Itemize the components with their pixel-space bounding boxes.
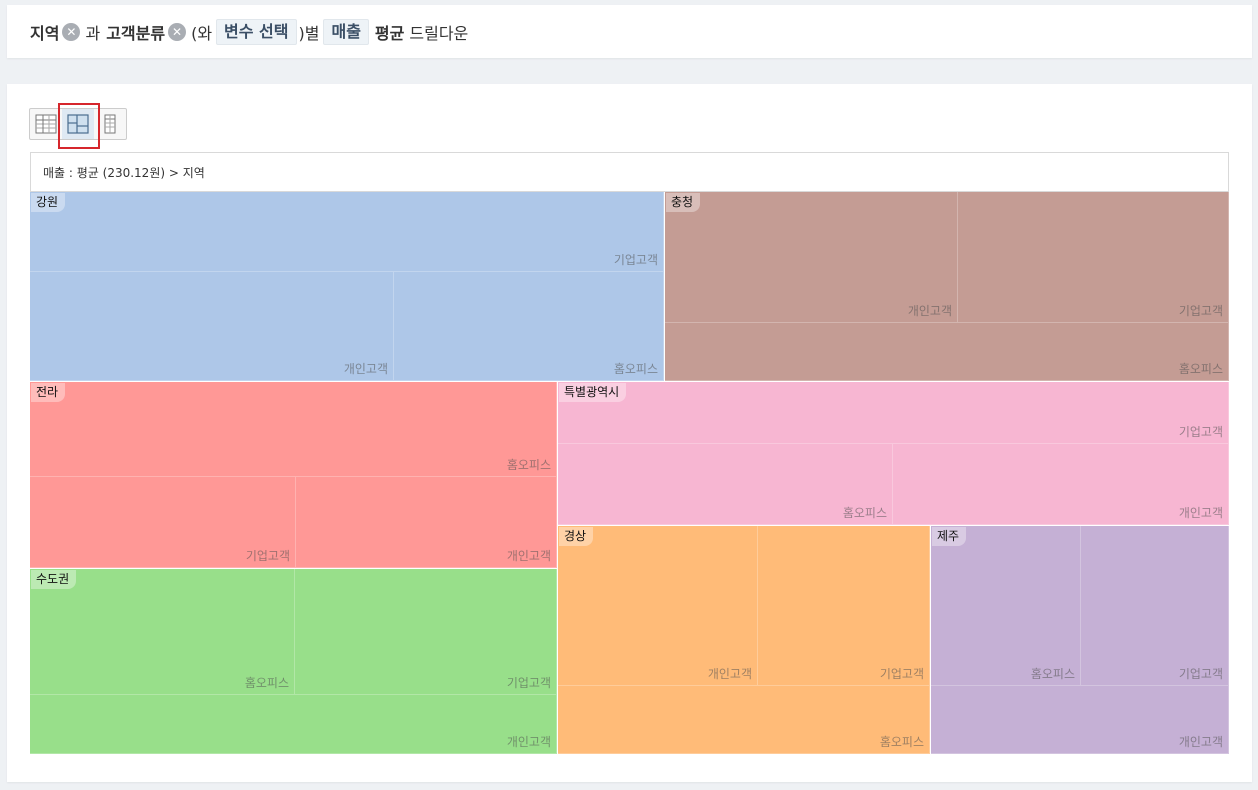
- treemap: 기업고객 개인고객 홈오피스 강원 개인고객 기업고객 홈오피스 충청 홈오피스 기업고객 개인고객…: [30, 192, 1229, 754]
- treemap-region-label: 강원: [31, 193, 66, 212]
- variable-chip-customer-type[interactable]: 고객분류: [106, 20, 165, 44]
- treemap-region-label: 전라: [31, 383, 66, 402]
- treemap-region-label: 제주: [932, 527, 967, 546]
- aggregate-select[interactable]: 평균: [375, 20, 404, 44]
- treemap-cell-label: 홈오피스: [879, 735, 924, 749]
- treemap-cell-label: 개인고객: [707, 667, 752, 681]
- treemap-cell[interactable]: 홈오피스: [665, 323, 1229, 381]
- treemap-cell[interactable]: 기업고객: [295, 569, 557, 695]
- result-panel: 매출 : 평균 (230.12원) > 지역 기업고객 개인고객 홈오피스 강원 개인고…: [7, 84, 1252, 782]
- treemap-view-icon: [67, 114, 89, 134]
- pivot-view-button[interactable]: [94, 109, 126, 139]
- treemap-cell-label: 기업고객: [506, 676, 551, 690]
- paren-close-text: )별: [298, 23, 320, 43]
- treemap-cell[interactable]: 개인고객: [558, 526, 758, 686]
- treemap-cell-label: 개인고객: [1178, 735, 1223, 749]
- select-variable-button[interactable]: 변수 선택: [216, 18, 297, 45]
- treemap-region[interactable]: 홈오피스기업고객 개인고객 전라: [30, 382, 557, 568]
- paren-open-text: (와: [191, 23, 213, 43]
- treemap-region[interactable]: 홈오피스 기업고객개인고객 제주: [931, 526, 1229, 754]
- treemap-region[interactable]: 홈오피스 기업고객개인고객 수도권: [30, 569, 557, 754]
- remove-customer-type-icon[interactable]: ✕: [168, 22, 187, 41]
- treemap-region-label: 특별광역시: [559, 383, 627, 402]
- treemap-cell[interactable]: 기업고객: [1081, 526, 1229, 686]
- treemap-cell-label: 개인고객: [506, 735, 551, 749]
- treemap-cell[interactable]: 개인고객: [30, 272, 394, 381]
- treemap-cell-label: 기업고객: [613, 253, 658, 267]
- remove-region-icon[interactable]: ✕: [62, 22, 81, 41]
- treemap-cell-label: 기업고객: [879, 667, 924, 681]
- treemap-view-button[interactable]: [58, 103, 100, 149]
- treemap-region-label: 경상: [559, 527, 594, 546]
- treemap-cell-label: 기업고객: [245, 549, 290, 563]
- treemap-cell[interactable]: 홈오피스: [558, 444, 893, 525]
- treemap-cell-label: 기업고객: [1178, 304, 1223, 318]
- breadcrumb-text: 매출 : 평균 (230.12원) > 지역: [43, 165, 205, 180]
- treemap-cell-label: 기업고객: [1178, 425, 1223, 439]
- treemap-cell[interactable]: 기업고객: [758, 526, 930, 686]
- treemap-cell-label: 홈오피스: [506, 458, 551, 472]
- variable-chip-region[interactable]: 지역: [30, 20, 59, 44]
- treemap-cell[interactable]: 홈오피스: [394, 272, 664, 381]
- table-view-icon: [35, 114, 57, 134]
- treemap-cell[interactable]: 개인고객: [893, 444, 1229, 525]
- treemap-region[interactable]: 개인고객 기업고객홈오피스 경상: [558, 526, 930, 754]
- treemap-region[interactable]: 기업고객홈오피스 개인고객 특별광역시: [558, 382, 1229, 525]
- treemap-cell[interactable]: 개인고객: [30, 695, 557, 754]
- treemap-cell[interactable]: 개인고객: [665, 192, 958, 323]
- treemap-cell[interactable]: 개인고객: [931, 686, 1229, 754]
- measure-select[interactable]: 매출: [323, 18, 369, 45]
- treemap-cell[interactable]: 기업고객: [958, 192, 1229, 323]
- treemap-cell[interactable]: 기업고객: [30, 477, 296, 568]
- treemap-cell[interactable]: 홈오피스: [30, 382, 557, 477]
- query-panel: 지역 ✕ 과 고객분류 ✕ (와 변수 선택 )별 매출 평균 드릴다운: [7, 5, 1252, 58]
- treemap-cell-label: 개인고객: [343, 362, 388, 376]
- treemap-region[interactable]: 기업고객개인고객 홈오피스 강원: [30, 192, 664, 381]
- treemap-cell[interactable]: 기업고객: [558, 382, 1229, 444]
- treemap-cell[interactable]: 홈오피스: [931, 526, 1081, 686]
- treemap-cell-label: 홈오피스: [613, 362, 658, 376]
- treemap-region[interactable]: 개인고객 기업고객홈오피스 충청: [665, 192, 1229, 381]
- treemap-region-label: 수도권: [31, 570, 77, 589]
- treemap-cell[interactable]: 홈오피스: [558, 686, 930, 754]
- treemap-cell-label: 개인고객: [907, 304, 952, 318]
- pivot-view-icon: [104, 114, 116, 134]
- treemap-cell[interactable]: 기업고객: [30, 192, 664, 272]
- treemap-cell-label: 개인고객: [506, 549, 551, 563]
- treemap-cell-label: 홈오피스: [244, 676, 289, 690]
- treemap-cell-label: 기업고객: [1178, 667, 1223, 681]
- treemap-cell-label: 홈오피스: [1178, 362, 1223, 376]
- treemap-cell-label: 홈오피스: [842, 506, 887, 520]
- conjunction-text: 과: [85, 23, 101, 43]
- breadcrumb[interactable]: 매출 : 평균 (230.12원) > 지역: [30, 152, 1229, 192]
- treemap-region-label: 충청: [666, 193, 701, 212]
- treemap-cell-label: 홈오피스: [1030, 667, 1075, 681]
- drilldown-query: 지역 ✕ 과 고객분류 ✕ (와 변수 선택 )별 매출 평균 드릴다운: [30, 5, 470, 58]
- treemap-cell-label: 개인고객: [1178, 506, 1223, 520]
- treemap-cell[interactable]: 개인고객: [296, 477, 557, 568]
- view-toggle: [29, 103, 127, 149]
- action-text: 드릴다운: [409, 23, 469, 43]
